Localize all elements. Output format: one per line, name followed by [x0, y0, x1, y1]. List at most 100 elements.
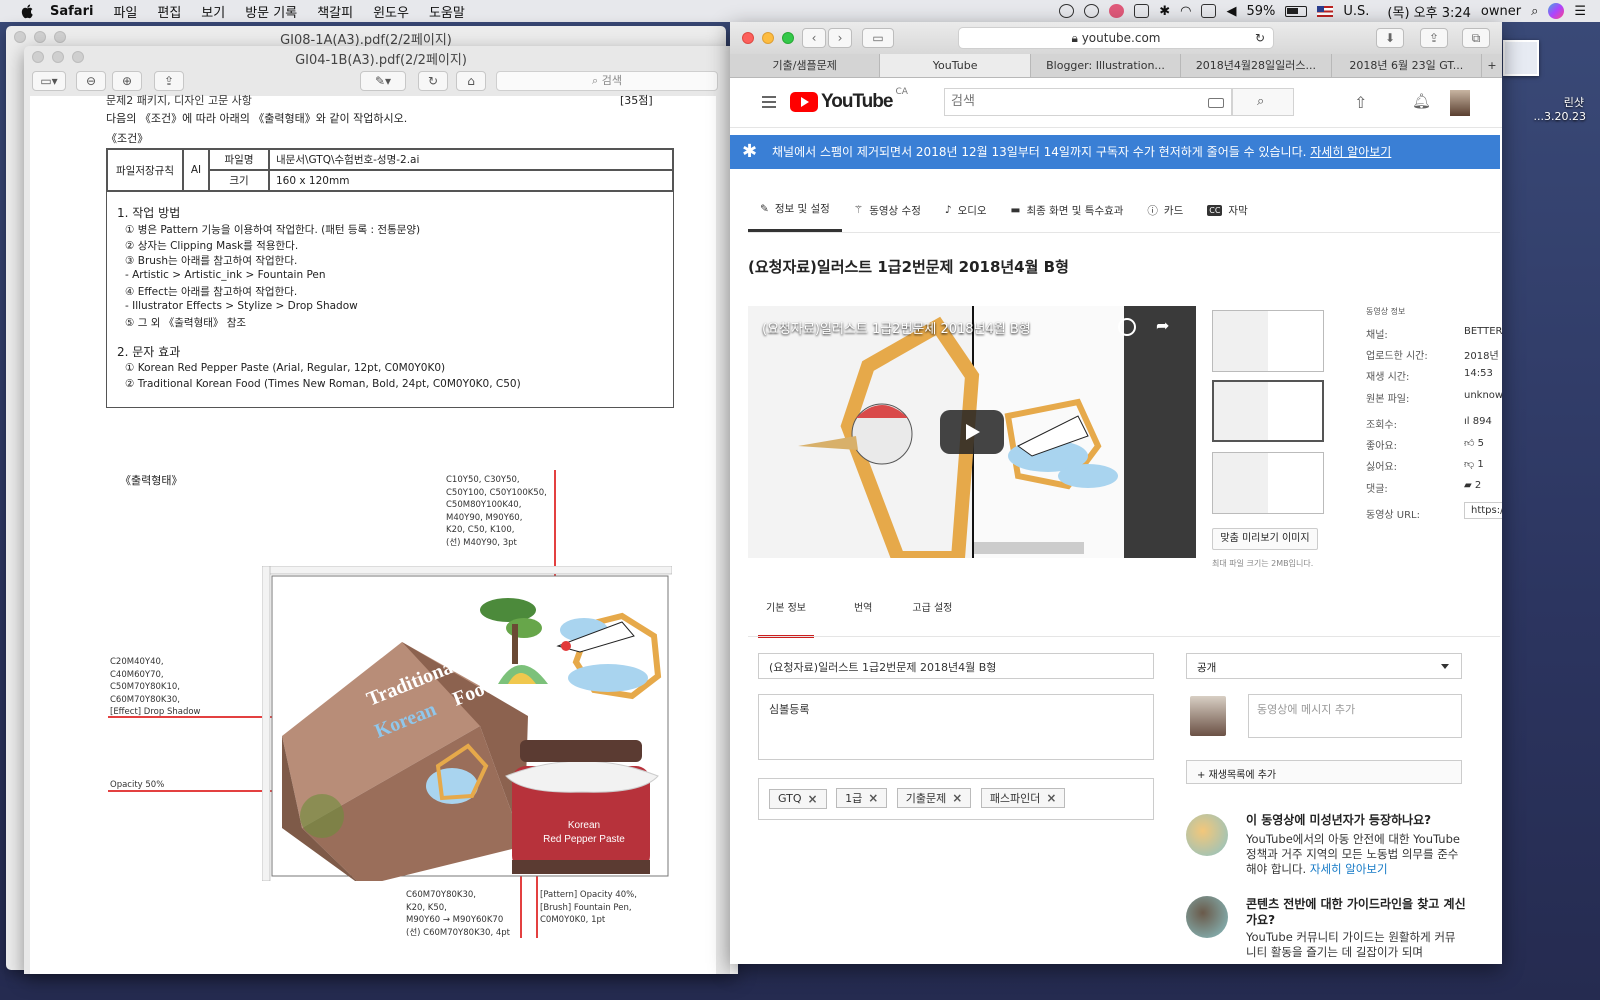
siri-icon[interactable]: [1548, 3, 1565, 19]
tag-chip[interactable]: GTQ ×: [769, 788, 827, 809]
tab-end-screen[interactable]: ▬ 최종 화면 및 특수효과: [999, 188, 1136, 232]
new-tab-button[interactable]: +: [1482, 54, 1502, 77]
remove-tag-icon[interactable]: ×: [952, 791, 962, 805]
menu-file[interactable]: 파일: [113, 2, 137, 21]
window-controls[interactable]: [742, 32, 794, 44]
remove-tag-icon[interactable]: ×: [1046, 791, 1056, 805]
description-field[interactable]: 심볼등록: [758, 694, 1154, 760]
tab-enhancements[interactable]: ⚚ 동영상 수정: [842, 188, 933, 232]
tab-advanced-settings[interactable]: 고급 설정: [912, 598, 952, 638]
keyboard-icon[interactable]: [1208, 98, 1224, 108]
upload-icon[interactable]: ⇧: [1354, 93, 1367, 112]
thumbnail-option[interactable]: [1212, 452, 1324, 514]
clock[interactable]: (목) 오후 3:24: [1387, 2, 1470, 21]
watch-later-icon[interactable]: [1118, 318, 1136, 336]
search-input[interactable]: 검색: [944, 88, 1232, 116]
tab-basic-info[interactable]: 기본 정보: [758, 598, 814, 638]
thumbnail-option[interactable]: [1212, 310, 1324, 372]
menu-history[interactable]: 방문 기록: [245, 2, 297, 21]
sidebar-button[interactable]: ▭: [862, 28, 894, 48]
downloads-button[interactable]: ⬇: [1376, 28, 1404, 48]
tab-subtitles[interactable]: CC 자막: [1195, 188, 1260, 232]
app-menu-safari[interactable]: Safari: [50, 4, 93, 19]
avatar[interactable]: [1450, 90, 1470, 116]
creative-cloud-icon[interactable]: [1059, 4, 1075, 18]
sync-icon[interactable]: [1084, 4, 1100, 18]
close-icon[interactable]: [742, 32, 754, 44]
video-player[interactable]: (요청자료)일러스트 1급2번문제 2018년4월 B형 ➦: [748, 306, 1196, 558]
bluetooth-icon[interactable]: ✱: [1159, 4, 1170, 19]
spotlight-icon[interactable]: ⌕: [1531, 4, 1538, 19]
desktop-file-label-2[interactable]: ...3.20.23: [1534, 110, 1586, 123]
input-source[interactable]: U.S.: [1343, 4, 1369, 19]
privacy-select[interactable]: 공개: [1186, 653, 1462, 679]
notification-center-icon[interactable]: ☰: [1574, 4, 1586, 19]
reload-icon[interactable]: ↻: [1255, 28, 1265, 48]
video-message-input[interactable]: 동영상에 메시지 추가: [1248, 694, 1462, 738]
rotate-button[interactable]: ↻: [418, 71, 448, 91]
tag-chip[interactable]: 1급 ×: [836, 788, 888, 808]
battery-percent[interactable]: 59%: [1246, 4, 1275, 19]
custom-thumbnail-button[interactable]: 맞춤 미리보기 이미지: [1212, 528, 1318, 550]
toolbox-button[interactable]: ⌂: [456, 71, 486, 91]
minimize-icon[interactable]: [762, 32, 774, 44]
menu-bookmarks[interactable]: 책갈피: [317, 2, 353, 21]
zoom-icon[interactable]: [782, 32, 794, 44]
us-flag-icon[interactable]: [1317, 5, 1334, 17]
tag-chip[interactable]: 패스파인더 ×: [980, 788, 1066, 808]
tab-exam-samples[interactable]: 기출/샘플문제: [730, 54, 881, 77]
tab-illustrator-april[interactable]: 2018년4월28일일러스...: [1181, 54, 1332, 77]
markup-button[interactable]: ✎▾: [360, 71, 406, 91]
sidebar-toggle-button[interactable]: ▭▾: [32, 71, 66, 91]
airplay-icon[interactable]: [1201, 4, 1217, 18]
tab-blogger[interactable]: Blogger: Illustration...: [1031, 54, 1182, 77]
help-learn-more-link[interactable]: 자세히 알아보기: [1310, 862, 1388, 876]
menu-window[interactable]: 윈도우: [373, 2, 409, 21]
battery-icon[interactable]: [1285, 5, 1308, 17]
preview-window[interactable]: GI04-1B(A3).pdf(2/2페이지) ▭▾ ⊖ ⊕ ⇪ ✎▾ ↻ ⌂ …: [24, 46, 738, 974]
info-value-url[interactable]: https:/: [1464, 502, 1502, 519]
safari-window[interactable]: ‹ › ▭ 🔒︎ youtube.com ↻ ⬇ ⇪ ⧉ 기출/샘플문제 YouT…: [730, 22, 1502, 964]
tabs-overview-button[interactable]: ⧉: [1462, 28, 1490, 48]
user-name[interactable]: owner: [1481, 4, 1521, 19]
share-arrow-icon[interactable]: ➦: [1156, 316, 1169, 335]
youtube-logo[interactable]: YouTube CA: [790, 87, 908, 113]
adobe-icon[interactable]: [1109, 4, 1125, 18]
zoom-out-button[interactable]: ⊖: [76, 71, 106, 91]
share-button[interactable]: ⇪: [154, 71, 184, 91]
back-button[interactable]: ‹: [802, 28, 826, 48]
tab-cards[interactable]: ⓘ 카드: [1135, 188, 1195, 232]
title-field[interactable]: (요청자료)일러스트 1급2번문제 2018년4월 B형: [758, 653, 1154, 679]
play-button[interactable]: [940, 410, 1004, 454]
remove-tag-icon[interactable]: ×: [868, 791, 878, 805]
wifi-icon[interactable]: ◠: [1180, 4, 1191, 19]
search-button[interactable]: ⌕: [1232, 88, 1294, 116]
share-button[interactable]: ⇪: [1420, 28, 1448, 48]
volume-icon[interactable]: ◀: [1226, 4, 1236, 19]
banner-learn-more-link[interactable]: 자세히 알아보기: [1310, 145, 1391, 159]
shield-icon[interactable]: [1134, 4, 1150, 18]
address-bar[interactable]: 🔒︎ youtube.com ↻: [958, 27, 1274, 49]
menu-view[interactable]: 보기: [201, 2, 225, 21]
tab-audio[interactable]: ♪ 오디오: [933, 188, 999, 232]
desktop-file-label[interactable]: 린샷: [1564, 94, 1584, 110]
tab-translation[interactable]: 번역: [854, 598, 872, 638]
menu-help[interactable]: 도움말: [429, 2, 465, 21]
thumbnail-option-selected[interactable]: [1212, 380, 1324, 442]
tab-gtq-june[interactable]: 2018년 6월 23일 GT...: [1332, 54, 1483, 77]
tab-info-settings[interactable]: ✎ 정보 및 설정: [748, 188, 842, 232]
remove-tag-icon[interactable]: ×: [808, 792, 818, 806]
forward-button[interactable]: ›: [828, 28, 852, 48]
apple-icon[interactable]: [20, 3, 36, 19]
search-input[interactable]: ⌕ 검색: [496, 71, 718, 91]
tags-field[interactable]: GTQ × 1급 × 기출문제 × 패스파인더 ×: [758, 778, 1154, 820]
zoom-in-button[interactable]: ⊕: [112, 71, 142, 91]
tag-chip[interactable]: 기출문제 ×: [896, 788, 972, 808]
hamburger-menu-icon[interactable]: [762, 96, 776, 108]
add-to-playlist-button[interactable]: + 재생목록에 추가: [1186, 760, 1462, 784]
desktop-screenshot-thumbnail[interactable]: [1503, 40, 1539, 76]
menu-edit[interactable]: 편집: [157, 2, 181, 21]
tab-youtube[interactable]: YouTube: [880, 54, 1031, 77]
info-value-channel[interactable]: BETTER: [1464, 326, 1502, 337]
bell-icon[interactable]: 🔔︎: [1412, 92, 1431, 110]
